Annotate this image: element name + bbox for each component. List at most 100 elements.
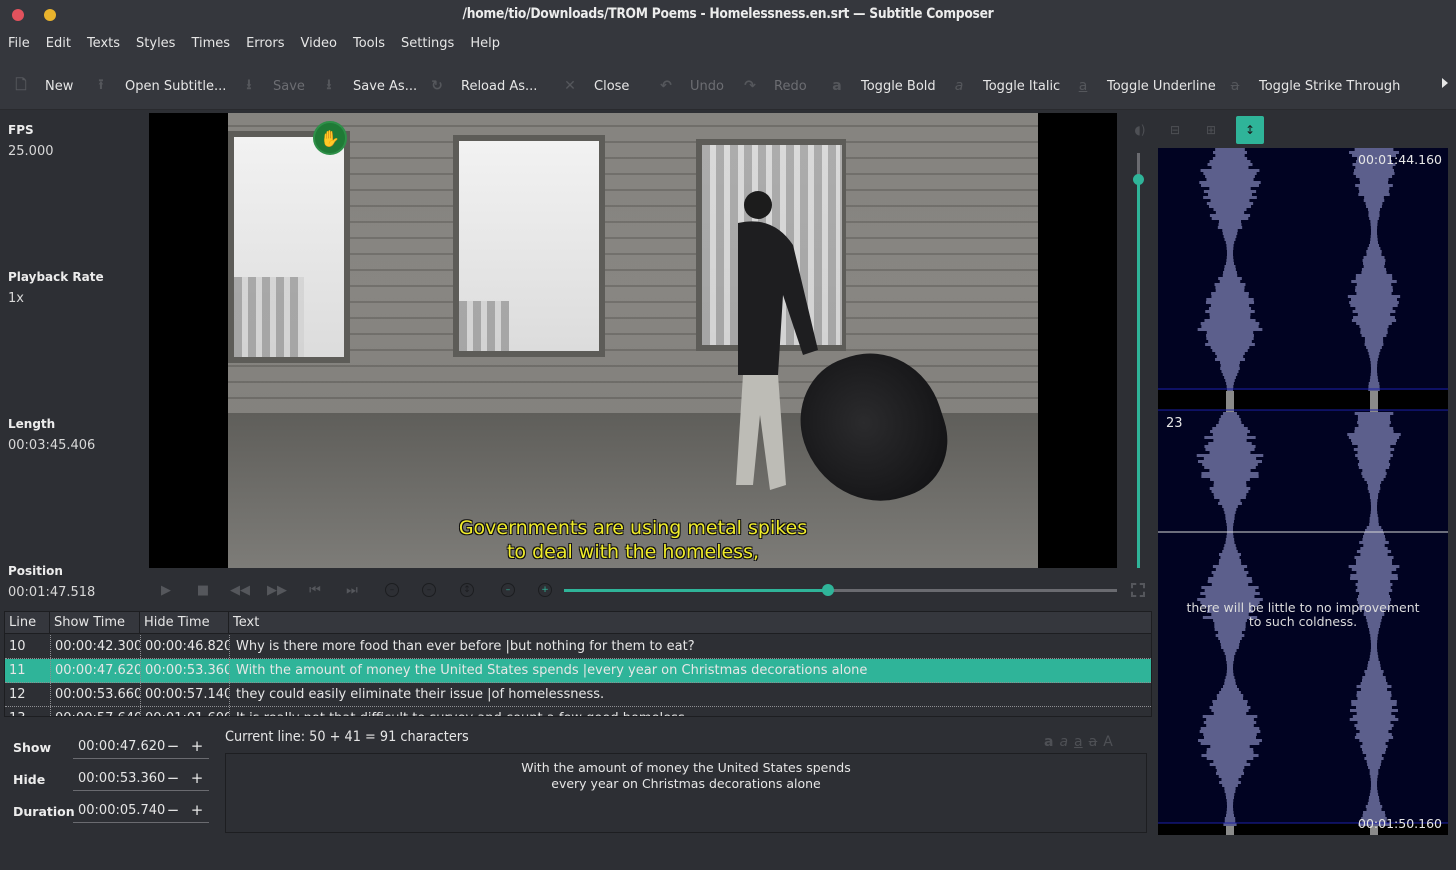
waveform-zoom-slider-handle[interactable] <box>1133 174 1144 185</box>
waveform-sample <box>1221 688 1239 691</box>
duration-increment-button[interactable]: + <box>190 801 204 819</box>
table-row[interactable]: 12 00:00:53.660 00:00:57.140 they could … <box>5 683 1151 707</box>
seek-slider-handle[interactable] <box>821 584 834 596</box>
reload-as-button[interactable]: ↻ Reload As... <box>429 76 537 96</box>
waveform-sample <box>1367 802 1381 805</box>
menu-file[interactable]: File <box>8 30 30 58</box>
auto-scroll-icon[interactable]: ↕ <box>457 582 477 598</box>
close-button[interactable]: ✕ Close <box>562 76 629 96</box>
toggle-italic-button[interactable]: a Toggle Italic <box>951 76 1061 96</box>
seek-forward-icon[interactable]: ▶▶ <box>267 582 287 598</box>
seek-backward-icon[interactable]: ◀◀ <box>230 582 250 598</box>
undo-button[interactable]: ↶ Undo <box>658 76 724 96</box>
cell-show-time: 00:00:47.620 <box>50 659 140 682</box>
strikethrough-icon[interactable]: a <box>1089 734 1098 750</box>
waveform-sample <box>1359 592 1389 595</box>
minimize-window-button[interactable] <box>44 9 56 21</box>
close-window-button[interactable] <box>12 9 24 21</box>
show-increment-button[interactable]: + <box>190 737 204 755</box>
waveform-sample <box>1362 742 1386 745</box>
toggle-strikethrough-button[interactable]: a Toggle Strike Through <box>1227 76 1401 96</box>
show-decrement-button[interactable]: − <box>166 737 180 755</box>
menu-texts[interactable]: Texts <box>87 30 120 58</box>
previous-subtitle-icon[interactable]: ⏮ <box>305 582 325 598</box>
waveform-sample <box>1366 481 1382 484</box>
menu-errors[interactable]: Errors <box>246 30 284 58</box>
toolbar-overflow-arrow-icon[interactable] <box>1442 78 1448 88</box>
hide-time-value[interactable]: 00:00:53.360 <box>78 771 165 786</box>
bold-icon[interactable]: a <box>1044 734 1053 750</box>
hide-increment-button[interactable]: + <box>190 769 204 787</box>
seek-slider[interactable] <box>564 584 1117 596</box>
waveform-sample <box>1368 799 1380 802</box>
italic-icon[interactable]: a <box>1059 734 1068 750</box>
duration-field[interactable]: 00:00:05.740 − + <box>73 799 209 823</box>
hide-time-field[interactable]: 00:00:53.360 − + <box>73 767 209 791</box>
redo-button[interactable]: ↷ Redo <box>742 76 807 96</box>
subtitle-text-editor[interactable]: With the amount of money the United Stat… <box>225 753 1147 833</box>
waveform-sample <box>1365 673 1383 676</box>
column-header-hide-time[interactable]: Hide Time <box>140 612 229 634</box>
hide-decrement-button[interactable]: − <box>166 769 180 787</box>
save-as-button[interactable]: ⭳ Save As... <box>321 76 418 96</box>
zoom-in-icon[interactable]: ⊞ <box>1197 116 1225 144</box>
increase-rate-icon[interactable]: + <box>535 582 555 598</box>
show-time-value[interactable]: 00:00:47.620 <box>78 739 165 754</box>
playback-rate-label: Playback Rate <box>8 270 104 284</box>
stop-icon[interactable]: ■ <box>193 582 213 598</box>
waveform-sample <box>1369 517 1379 520</box>
table-row-selected[interactable]: 11 00:00:47.620 00:00:53.360 With the am… <box>5 659 1151 683</box>
waveform-sample <box>1212 703 1248 706</box>
window-center <box>453 135 605 357</box>
waveform-sample <box>1224 544 1236 547</box>
set-show-time-icon[interactable]: – <box>382 582 402 598</box>
column-header-text[interactable]: Text <box>229 612 1151 634</box>
duration-decrement-button[interactable]: − <box>166 801 180 819</box>
menu-settings[interactable]: Settings <box>401 30 454 58</box>
menu-edit[interactable]: Edit <box>46 30 71 58</box>
subtitle-table: Line Show Time Hide Time Text 10 00:00:4… <box>4 611 1152 717</box>
open-subtitle-button[interactable]: ⭱ Open Subtitle... <box>93 76 227 96</box>
length-label: Length <box>8 417 56 431</box>
video-player[interactable]: ✋ Governments are using metal spikes to … <box>149 113 1117 568</box>
menu-video[interactable]: Video <box>301 30 337 58</box>
font-color-icon[interactable]: A <box>1103 734 1113 750</box>
underline-icon[interactable]: a <box>1074 734 1083 750</box>
menu-styles[interactable]: Styles <box>136 30 175 58</box>
bold-icon: a <box>832 78 842 94</box>
waveform-sample <box>1370 406 1378 409</box>
waveform-sample <box>1370 391 1378 394</box>
column-header-show-time[interactable]: Show Time <box>50 612 140 634</box>
decrease-rate-icon[interactable]: – <box>498 582 518 598</box>
auto-scroll-toggle-icon[interactable]: ↕ <box>1236 116 1264 144</box>
audio-waveform[interactable]: 00:01:44.160 23 there will be little to … <box>1158 148 1448 835</box>
zoom-out-icon[interactable]: ⊟ <box>1161 116 1189 144</box>
waveform-sample <box>1224 682 1236 685</box>
play-icon[interactable]: ▶ <box>156 582 176 598</box>
show-label: Show <box>13 740 52 755</box>
waveform-sample <box>1206 202 1254 205</box>
menu-help[interactable]: Help <box>470 30 500 58</box>
waveform-sample <box>1198 739 1262 742</box>
duration-value[interactable]: 00:00:05.740 <box>78 803 165 818</box>
menu-times[interactable]: Times <box>191 30 230 58</box>
menu-tools[interactable]: Tools <box>353 30 385 58</box>
position-label: Position <box>8 564 63 578</box>
new-button[interactable]: 🗋 New <box>13 76 73 96</box>
table-row[interactable]: 10 00:00:42.300 00:00:46.820 Why is ther… <box>5 635 1151 659</box>
toggle-underline-button[interactable]: a Toggle Underline <box>1075 76 1216 96</box>
save-button[interactable]: ⭳ Save <box>241 76 305 96</box>
waveform-sample <box>1208 193 1252 196</box>
fullscreen-icon[interactable] <box>1131 583 1145 597</box>
next-subtitle-icon[interactable]: ⏭ <box>342 582 362 598</box>
waveform-sample <box>1224 679 1236 682</box>
toggle-bold-button[interactable]: a Toggle Bold <box>829 76 935 96</box>
waveform-zoom-slider[interactable] <box>1133 153 1144 568</box>
waveform-sample <box>1221 646 1239 649</box>
show-time-field[interactable]: 00:00:47.620 − + <box>73 735 209 759</box>
column-header-line[interactable]: Line <box>5 612 50 634</box>
set-hide-time-icon[interactable]: – <box>419 582 439 598</box>
waveform-sample <box>1364 343 1384 346</box>
audio-speaker-icon[interactable]: ◖) <box>1126 116 1154 144</box>
table-row[interactable]: 13 00:00:57.640 00:01:01.600 It is reall… <box>5 707 1151 716</box>
